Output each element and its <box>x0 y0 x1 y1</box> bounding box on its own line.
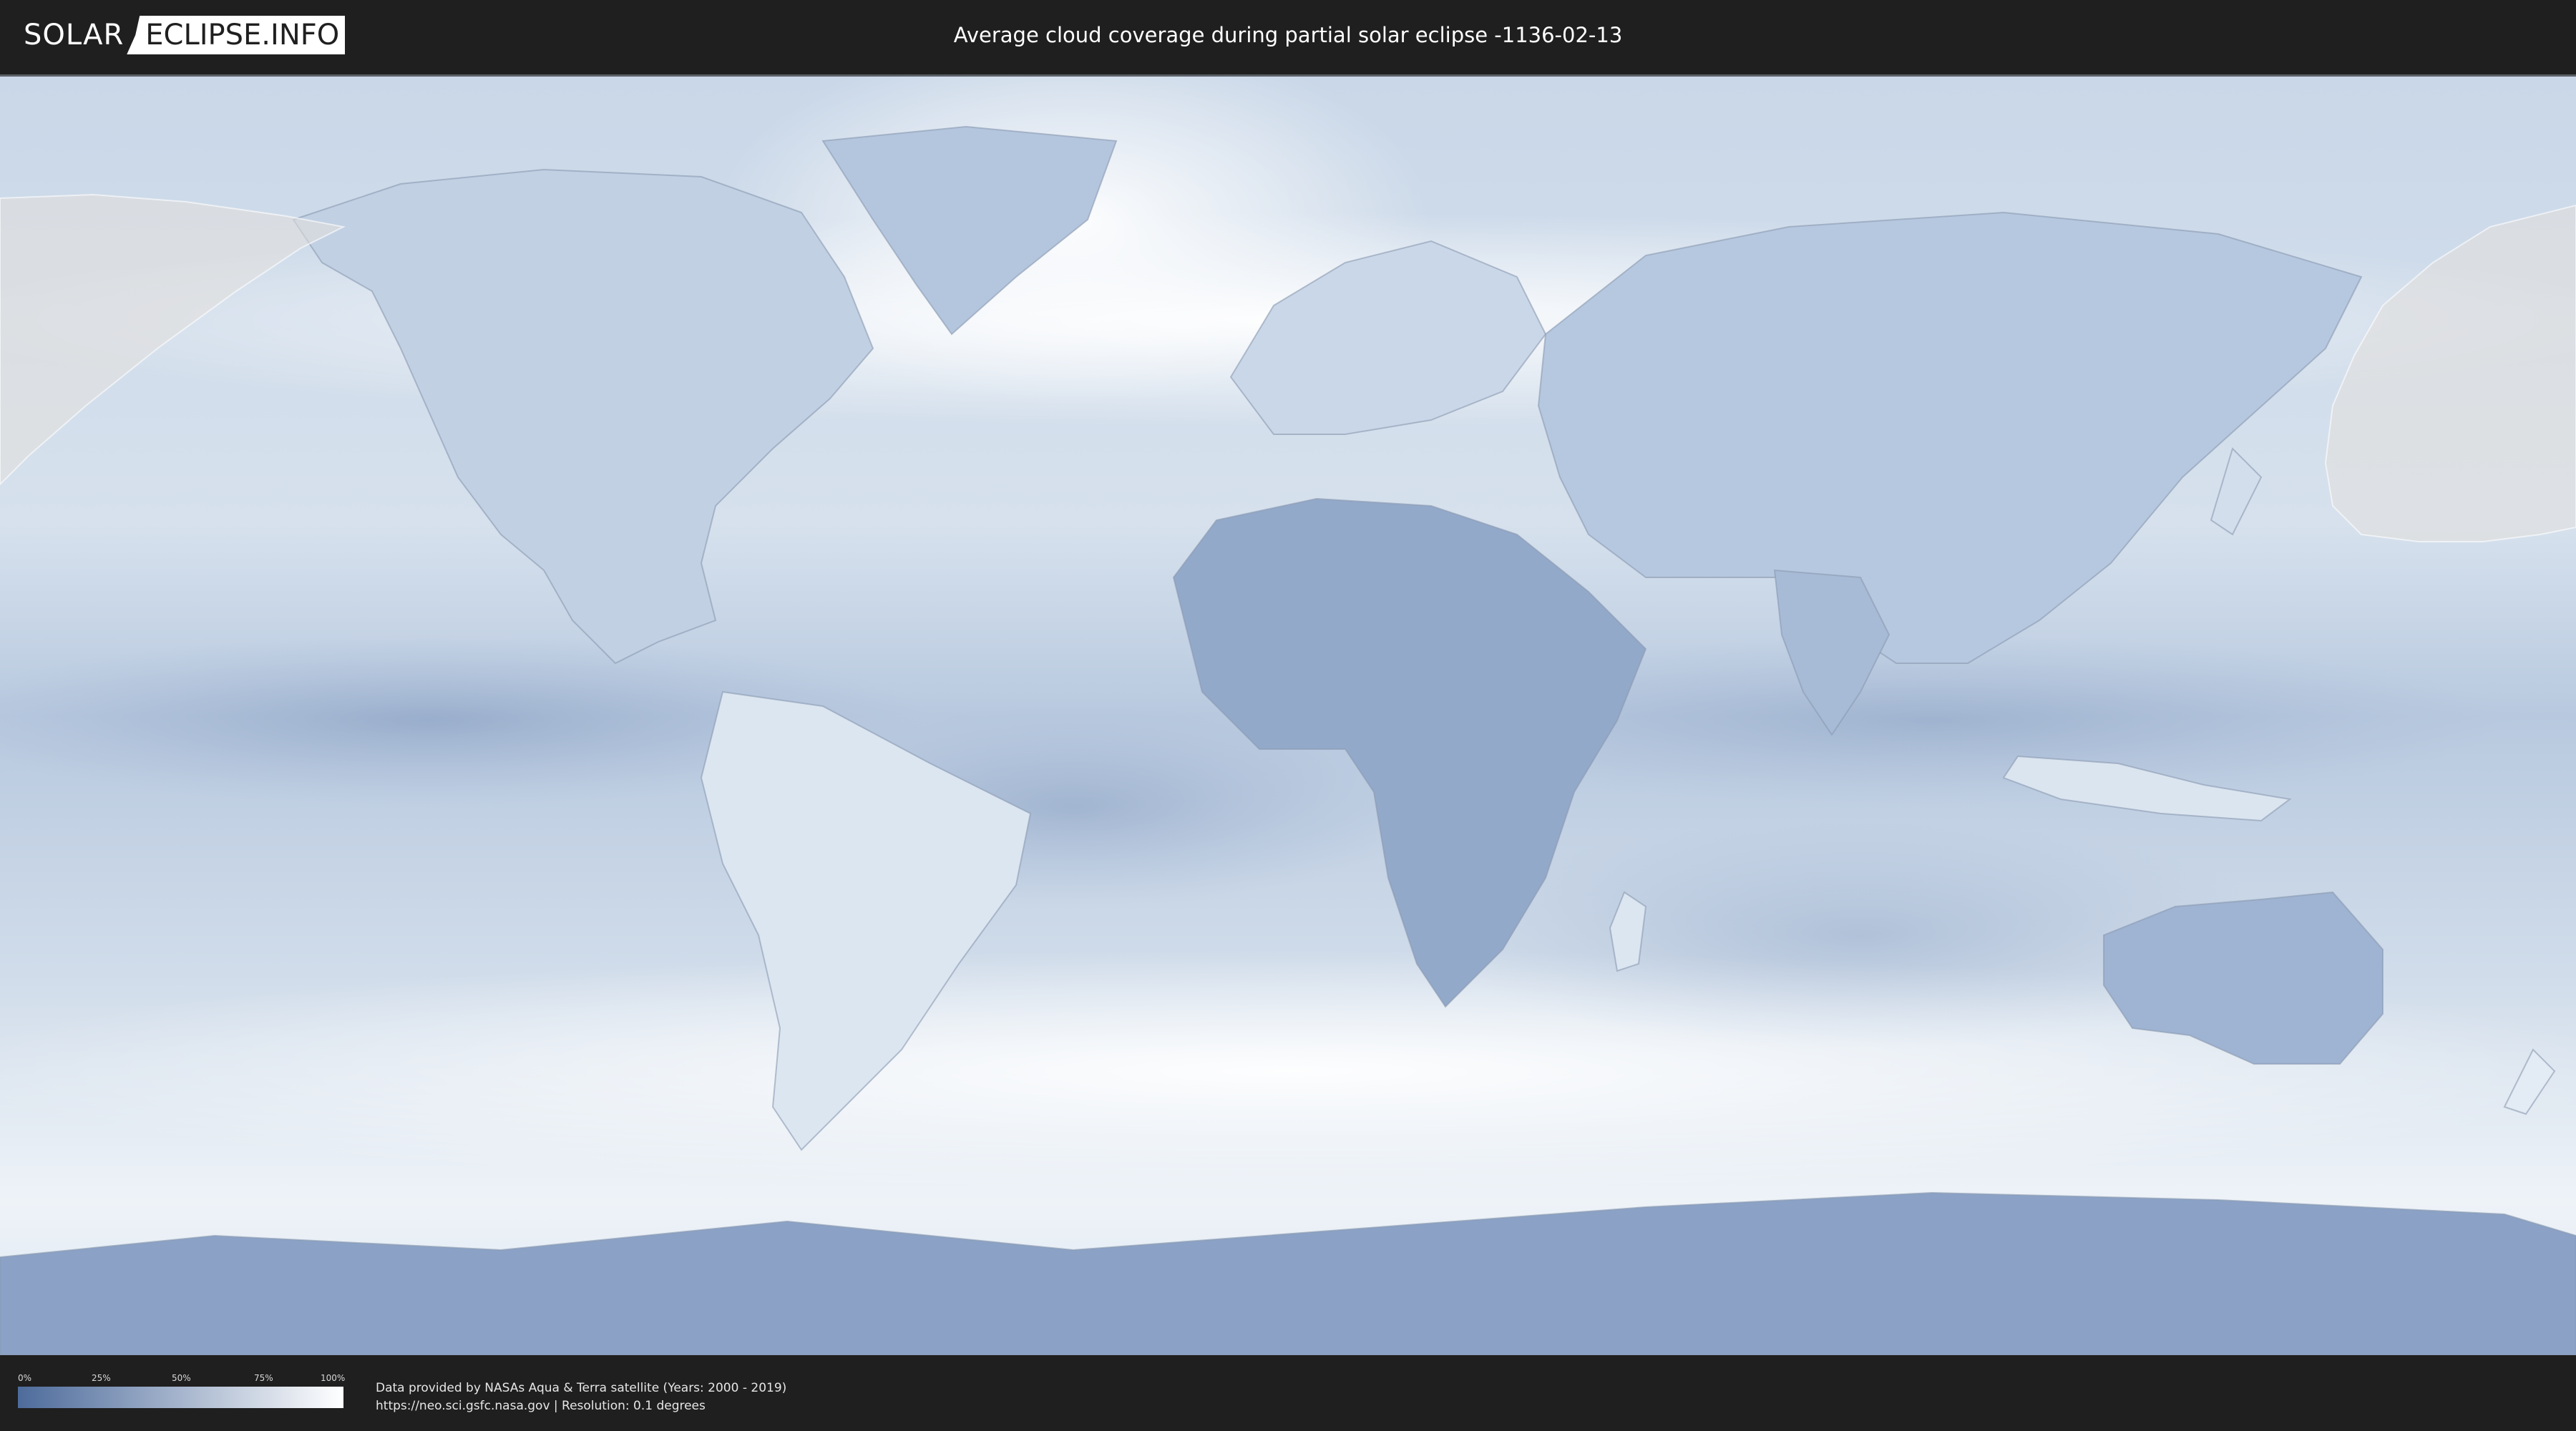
header-bar: SOLAR ECLIPSE.INFO Average cloud coverag… <box>0 0 2576 72</box>
legend-ticks: 0% 25% 50% 75% 100% <box>18 1372 346 1385</box>
page-title: Average cloud coverage during partial so… <box>953 23 1623 47</box>
legend-tick-0: 0% <box>18 1373 32 1383</box>
credits-line-url: https://neo.sci.gsfc.nasa.gov | Resoluti… <box>376 1399 706 1413</box>
cloud-coverage-legend: 0% 25% 50% 75% 100% <box>18 1372 346 1415</box>
footer-bar: 0% 25% 50% 75% 100% Data provided by NAS… <box>0 1355 2576 1431</box>
data-credits: Data provided by NASAs Aqua & Terra sate… <box>376 1379 786 1415</box>
legend-tick-100: 100% <box>321 1373 346 1383</box>
credits-line-source: Data provided by NASAs Aqua & Terra sate… <box>376 1381 787 1395</box>
legend-tick-50: 50% <box>172 1373 191 1383</box>
legend-tick-25: 25% <box>92 1373 111 1383</box>
legend-tick-75: 75% <box>254 1373 273 1383</box>
legend-color-scale <box>18 1387 343 1408</box>
world-map-svg <box>0 77 2576 1355</box>
cloud-coverage-map <box>0 74 2576 1355</box>
